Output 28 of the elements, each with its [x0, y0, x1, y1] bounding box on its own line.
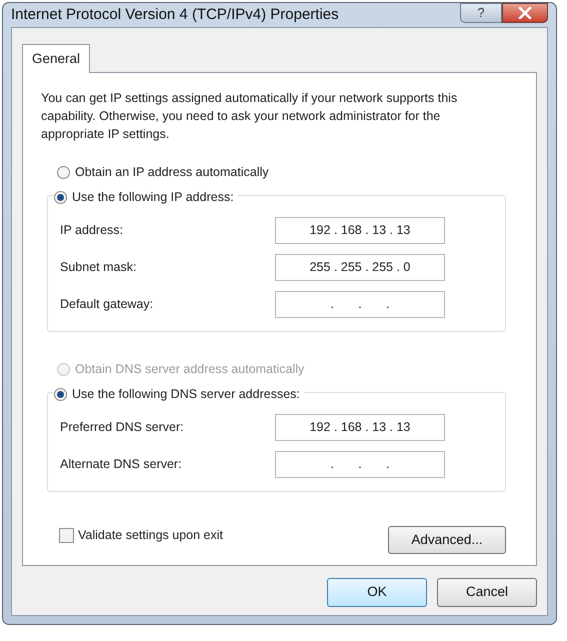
tab[interactable]: General — [22, 44, 90, 73]
help-button[interactable]: ? — [460, 3, 502, 23]
field-label: Subnet mask: — [60, 259, 136, 276]
dialog-button[interactable]: Cancel — [437, 578, 537, 607]
field-label: Alternate DNS server: — [60, 456, 182, 474]
radio-button[interactable] — [54, 388, 67, 400]
radio-label: Obtain DNS server address automatically — [75, 360, 304, 378]
close-button[interactable] — [502, 3, 548, 23]
window-title: Internet Protocol Version 4 (TCP/IPv4) Properties — [11, 4, 339, 25]
close-icon — [518, 7, 532, 19]
ip-address-field[interactable]: . . . — [275, 451, 445, 478]
radio-label: Obtain an IP address automatically — [75, 164, 269, 181]
checkbox-label: Validate settings upon exit — [78, 526, 224, 544]
radio-button[interactable] — [54, 190, 67, 204]
ip-address-field[interactable]: 255 . 255 . 255 . 0 — [275, 254, 445, 281]
field-label: Preferred DNS server: — [60, 419, 184, 436]
radio-button[interactable] — [57, 166, 70, 178]
field-label: IP address: — [60, 222, 124, 240]
ip-address-field[interactable]: . . . — [275, 291, 445, 318]
field-label: Default gateway: — [60, 296, 154, 314]
description-text: You can get IP settings assigned automatically if your network supports this capability. Otherwise, you need to ask your network administrator for the appropriate IP settings. — [41, 90, 458, 143]
advanced-button[interactable]: Advanced... — [388, 526, 506, 554]
radio-label: Use the following DNS server addresses: — [72, 386, 300, 403]
checkbox[interactable] — [59, 528, 74, 543]
ip-address-field[interactable]: 192 . 168 . 13 . 13 — [275, 217, 445, 244]
radio-label: Use the following IP address: — [72, 188, 234, 206]
ip-address-field[interactable]: 192 . 168 . 13 . 13 — [275, 414, 445, 441]
dialog-button[interactable]: OK — [327, 578, 427, 607]
